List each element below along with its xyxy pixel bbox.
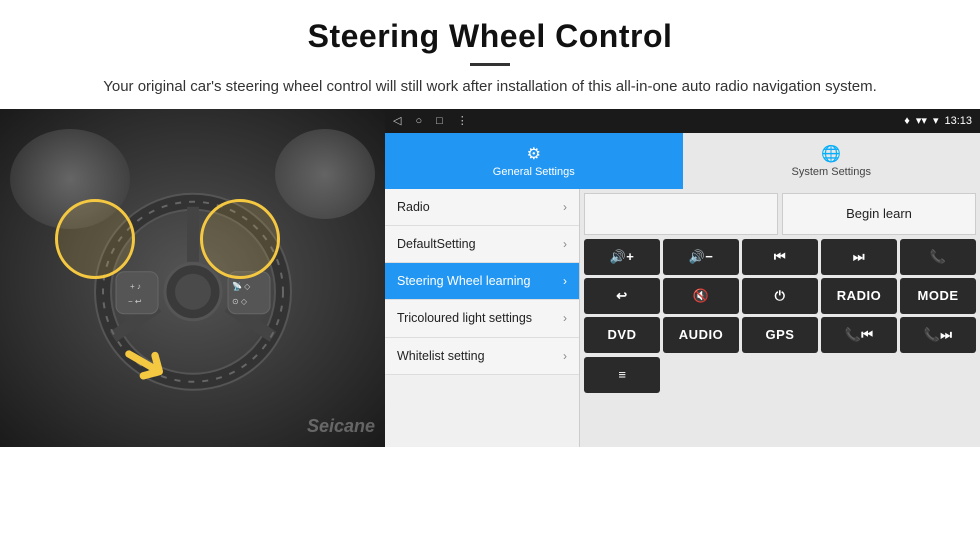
header-subtitle: Your original car's steering wheel contr…	[60, 76, 920, 99]
time-display: 13:13	[944, 115, 972, 127]
signal-icon: ▾▾	[916, 114, 927, 127]
content-panel: Begin learn 🔊+ 🔊− ⏮ ⏭	[580, 189, 980, 447]
back-icon: ↩	[616, 288, 627, 304]
phone-next-button[interactable]: 📞⏭	[900, 317, 976, 353]
prev-track-button[interactable]: ⏮	[742, 239, 818, 275]
car-background: + ♪ − ↩ 📡 ◇ ⊙ ◇ ➜ Seicane	[0, 109, 385, 447]
statusbar-info: ♦ ▾▾ ▾ 13:13	[904, 114, 972, 127]
svg-text:📡 ◇: 📡 ◇	[232, 280, 251, 290]
wifi-icon: ▾	[933, 114, 939, 127]
menu-item-whitelist-label: Whitelist setting	[397, 348, 485, 364]
begin-learn-button[interactable]: Begin learn	[782, 193, 976, 235]
car-image-area: + ♪ − ↩ 📡 ◇ ⊙ ◇ ➜ Seicane	[0, 109, 385, 447]
chevron-right-icon: ›	[563, 274, 567, 288]
menu-item-tricoloured-label: Tricoloured light settings	[397, 310, 532, 326]
phone-prev-icon: 📞⏮	[845, 327, 874, 343]
android-statusbar: ◁ ○ □ ⋮ ♦ ▾▾ ▾ 13:13	[385, 109, 980, 133]
volume-down-button[interactable]: 🔊−	[663, 239, 739, 275]
audio-label: AUDIO	[679, 327, 723, 342]
mute-button[interactable]: 🔇	[663, 278, 739, 314]
prev-track-icon: ⏮	[774, 249, 786, 265]
main-content: + ♪ − ↩ 📡 ◇ ⊙ ◇ ➜ Seicane	[0, 109, 980, 447]
gps-label: GPS	[766, 327, 795, 342]
mode-label: MODE	[918, 288, 959, 303]
chevron-right-icon: ›	[563, 349, 567, 363]
menu-item-tricoloured[interactable]: Tricoloured light settings ›	[385, 300, 579, 337]
location-icon: ♦	[904, 115, 910, 127]
nav-home-icon[interactable]: ○	[415, 115, 422, 127]
menu-item-default-setting[interactable]: DefaultSetting ›	[385, 226, 579, 263]
blank-box	[584, 193, 778, 235]
control-button-grid: 🔊+ 🔊− ⏮ ⏭ 📞 ↩	[584, 239, 976, 353]
system-settings-icon: 🌐	[821, 144, 841, 164]
menu-item-radio[interactable]: Radio ›	[385, 189, 579, 226]
dvd-label: DVD	[608, 327, 637, 342]
menu-list: Radio › DefaultSetting › Steering Wheel …	[385, 189, 580, 447]
phone-prev-button[interactable]: 📞⏮	[821, 317, 897, 353]
svg-text:− ↩: − ↩	[128, 296, 142, 305]
nav-square-icon[interactable]: □	[436, 115, 443, 127]
highlight-circle-right	[200, 199, 280, 279]
general-settings-icon: ⚙	[527, 144, 541, 164]
volume-down-icon: 🔊−	[689, 249, 714, 265]
settings-tabs: ⚙ General Settings 🌐 System Settings	[385, 133, 980, 189]
menu-item-steering-wheel[interactable]: Steering Wheel learning ›	[385, 263, 579, 300]
menu-item-whitelist[interactable]: Whitelist setting ›	[385, 338, 579, 375]
gps-button[interactable]: GPS	[742, 317, 818, 353]
mute-icon: 🔇	[693, 288, 710, 304]
tab-general-settings[interactable]: ⚙ General Settings	[385, 133, 683, 189]
phone-icon: 📞	[930, 249, 947, 265]
nav-menu-icon[interactable]: ⋮	[457, 114, 468, 127]
tab-system-settings[interactable]: 🌐 System Settings	[683, 133, 980, 189]
statusbar-nav: ◁ ○ □ ⋮	[393, 114, 468, 127]
chevron-right-icon: ›	[563, 311, 567, 325]
tab-system-label: System Settings	[792, 166, 871, 178]
dvd-button[interactable]: DVD	[584, 317, 660, 353]
next-track-button[interactable]: ⏭	[821, 239, 897, 275]
highlight-circle-left	[55, 199, 135, 279]
page-header: Steering Wheel Control Your original car…	[0, 0, 980, 109]
next-track-icon: ⏭	[853, 249, 865, 265]
begin-learn-row: Begin learn	[584, 193, 976, 235]
power-button[interactable]: ⏻	[742, 278, 818, 314]
android-panel: ◁ ○ □ ⋮ ♦ ▾▾ ▾ 13:13 ⚙ General Settings …	[385, 109, 980, 447]
menu-icon: ≡	[618, 367, 626, 382]
watermark: Seicane	[307, 416, 375, 437]
chevron-right-icon: ›	[563, 237, 567, 251]
svg-text:+ ♪: + ♪	[130, 281, 141, 290]
power-icon: ⏻	[775, 288, 786, 304]
back-button[interactable]: ↩	[584, 278, 660, 314]
tab-general-label: General Settings	[493, 166, 575, 178]
phone-button[interactable]: 📞	[900, 239, 976, 275]
radio-button[interactable]: RADIO	[821, 278, 897, 314]
svg-text:⊙ ◇: ⊙ ◇	[232, 296, 248, 305]
bottom-row: ≡	[584, 357, 976, 393]
menu-button[interactable]: ≡	[584, 357, 660, 393]
volume-up-icon: 🔊+	[610, 249, 635, 265]
chevron-right-icon: ›	[563, 200, 567, 214]
radio-label: RADIO	[837, 288, 881, 303]
header-divider	[470, 63, 510, 66]
audio-button[interactable]: AUDIO	[663, 317, 739, 353]
page-title: Steering Wheel Control	[60, 18, 920, 55]
mode-button[interactable]: MODE	[900, 278, 976, 314]
settings-body: Radio › DefaultSetting › Steering Wheel …	[385, 189, 980, 447]
menu-item-radio-label: Radio	[397, 199, 430, 215]
menu-item-steering-label: Steering Wheel learning	[397, 273, 530, 289]
nav-back-icon[interactable]: ◁	[393, 114, 401, 127]
phone-next-icon: 📞⏭	[924, 327, 953, 343]
volume-up-button[interactable]: 🔊+	[584, 239, 660, 275]
menu-item-default-label: DefaultSetting	[397, 236, 476, 252]
